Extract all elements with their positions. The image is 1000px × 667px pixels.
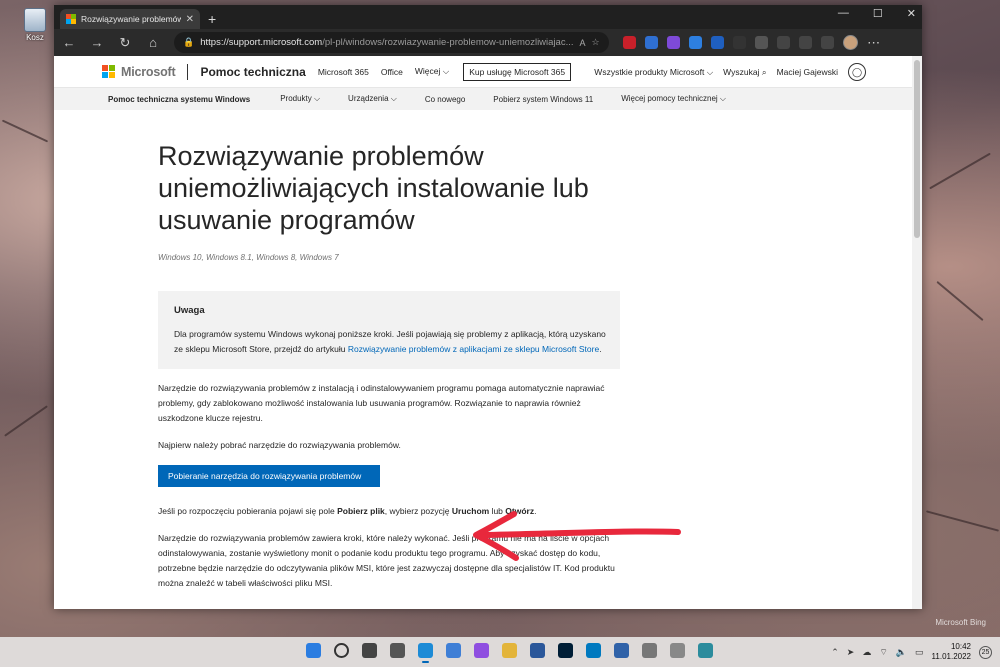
- user-name[interactable]: Maciej Gajewski: [777, 67, 838, 77]
- brand-name[interactable]: Microsoft: [121, 65, 176, 79]
- recycle-bin-label: Kosz: [26, 33, 44, 42]
- lock-icon: 🔒: [183, 37, 195, 47]
- profile-avatar[interactable]: [842, 35, 858, 50]
- back-arrow-icon[interactable]: ←: [62, 35, 76, 50]
- nav-office[interactable]: Office: [381, 67, 403, 77]
- photoshop-icon[interactable]: [558, 643, 573, 658]
- all-products-menu[interactable]: Wszystkie produkty Microsoft ⌵: [594, 67, 713, 78]
- subnav-more-support[interactable]: Więcej pomocy technicznej ⌵: [621, 94, 726, 104]
- intro-paragraph: Narzędzie do rozwiązywania problemów z i…: [158, 383, 605, 423]
- nav-microsoft-365[interactable]: Microsoft 365: [318, 67, 369, 77]
- refresh-icon[interactable]: ↻: [118, 35, 132, 51]
- extensions-bar: ⋯: [622, 35, 881, 51]
- download-instruction: Najpierw należy pobrać narzędzie do rozw…: [158, 440, 401, 450]
- bing-watermark: Microsoft Bing: [935, 618, 986, 627]
- battery-icon[interactable]: ▭: [915, 647, 924, 658]
- clock-date: 11.01.2022: [931, 652, 971, 661]
- subnav-windows-support[interactable]: Pomoc techniczna systemu Windows: [108, 95, 250, 104]
- messenger-icon[interactable]: [474, 643, 489, 658]
- recycle-bin-icon: [24, 8, 46, 32]
- file-explorer-icon[interactable]: [502, 643, 517, 658]
- close-window-button[interactable]: ✕: [907, 7, 916, 20]
- store-troubleshoot-link[interactable]: Rozwiązywanie problemów z aplikacjami ze…: [348, 344, 599, 354]
- tray-overflow-icon[interactable]: ⌃: [831, 647, 839, 658]
- extension-icon[interactable]: [644, 36, 658, 49]
- web-page: Microsoft Pomoc techniczna Microsoft 365…: [54, 56, 912, 609]
- address-bar[interactable]: 🔒 https://support.microsoft.com/pl-pl/wi…: [174, 32, 609, 53]
- tab-title: Rozwiązywanie problemów uniem: [81, 14, 181, 24]
- scrollbar-thumb[interactable]: [914, 60, 920, 238]
- extension-icon[interactable]: [688, 36, 702, 49]
- onedrive-icon[interactable]: ☁: [862, 647, 871, 658]
- notification-badge[interactable]: 25: [979, 645, 992, 659]
- history-icon[interactable]: [776, 36, 790, 49]
- applies-to: Windows 10, Windows 8.1, Windows 8, Wind…: [158, 253, 339, 262]
- microsoft-logo-icon[interactable]: [102, 65, 115, 78]
- trello-icon[interactable]: [586, 643, 601, 658]
- clock[interactable]: 10:42 11.01.2022: [932, 642, 971, 662]
- search-button[interactable]: Wyszukaj ⌕: [723, 67, 766, 78]
- browser-titlebar: Rozwiązywanie problemów uniem ✕ + — ☐ ✕: [54, 5, 922, 29]
- app-icon[interactable]: [642, 643, 657, 658]
- subnav-get-windows-11[interactable]: Pobierz system Windows 11: [493, 95, 593, 104]
- download-troubleshooter-button[interactable]: Pobieranie narzędzia do rozwiązywania pr…: [158, 465, 380, 487]
- user-avatar-icon[interactable]: ◯: [848, 63, 866, 81]
- system-tray: ⌃ ➤ ☁ ⌔ 🔈 ▭ 10:42 11.01.2022 25: [831, 637, 992, 667]
- extension-icon[interactable]: [622, 36, 636, 49]
- clock-time: 10:42: [950, 642, 971, 651]
- more-menu-icon[interactable]: ⋯: [867, 35, 881, 51]
- header-divider: [187, 63, 189, 80]
- note-text: Dla programów systemu Windows wykonaj po…: [174, 329, 606, 354]
- extension-icon[interactable]: [754, 36, 768, 49]
- new-tab-button[interactable]: +: [208, 9, 216, 29]
- read-aloud-icon[interactable]: A: [580, 38, 586, 48]
- app-icon[interactable]: [614, 643, 629, 658]
- nav-more[interactable]: Więcej ⌵: [415, 66, 449, 77]
- page-scrollbar[interactable]: [912, 56, 922, 609]
- tab-close-icon[interactable]: ✕: [186, 14, 194, 25]
- home-icon[interactable]: ⌂: [146, 35, 160, 50]
- microsoft-favicon-icon: [66, 14, 76, 24]
- favorite-star-icon[interactable]: ☆: [592, 37, 600, 48]
- extension-icon[interactable]: [666, 36, 680, 49]
- taskbar: ⌃ ➤ ☁ ⌔ 🔈 ▭ 10:42 11.01.2022 25: [0, 637, 1000, 667]
- task-view-icon[interactable]: [362, 643, 377, 658]
- share-icon[interactable]: [820, 36, 834, 49]
- red-annotation-arrow: [473, 511, 681, 561]
- buy-microsoft-365-button[interactable]: Kup usługę Microsoft 365: [463, 62, 572, 81]
- recycle-bin-desktop-icon[interactable]: Kosz: [20, 8, 50, 42]
- browser-window: Rozwiązywanie problemów uniem ✕ + — ☐ ✕ …: [54, 5, 922, 609]
- notepad-icon[interactable]: [698, 643, 713, 658]
- url-text: https://support.microsoft.com/pl-pl/wind…: [200, 37, 574, 48]
- note-title: Uwaga: [174, 305, 205, 316]
- browser-toolbar: ← → ↻ ⌂ 🔒 https://support.microsoft.com/…: [54, 29, 922, 56]
- start-windows-icon[interactable]: [306, 643, 321, 658]
- support-subnav: Pomoc techniczna systemu Windows Produkt…: [54, 88, 912, 110]
- search-taskbar-icon[interactable]: [334, 643, 349, 658]
- maximize-button[interactable]: ☐: [873, 7, 883, 20]
- site-header: Microsoft Pomoc techniczna Microsoft 365…: [54, 56, 912, 88]
- word-icon[interactable]: [530, 643, 545, 658]
- minimize-button[interactable]: —: [838, 7, 849, 20]
- article-title: Rozwiązywanie problemów uniemożliwiający…: [158, 141, 589, 235]
- subnav-products[interactable]: Produkty ⌵: [280, 94, 320, 104]
- extension-icon[interactable]: [732, 36, 746, 49]
- volume-icon[interactable]: 🔈: [896, 647, 907, 658]
- telegram-icon[interactable]: ➤: [847, 647, 855, 658]
- extension-icon[interactable]: [710, 36, 724, 49]
- widgets-icon[interactable]: [390, 643, 405, 658]
- section-title[interactable]: Pomoc techniczna: [200, 65, 305, 79]
- forward-arrow-icon[interactable]: →: [90, 35, 104, 50]
- subnav-devices[interactable]: Urządzenia ⌵: [348, 94, 397, 104]
- wifi-icon[interactable]: ⌔: [879, 647, 887, 658]
- collections-icon[interactable]: [798, 36, 812, 49]
- edge-browser-icon[interactable]: [418, 643, 433, 663]
- mail-icon[interactable]: [446, 643, 461, 658]
- app-icon[interactable]: [670, 643, 685, 658]
- note-box: Uwaga Dla programów systemu Windows wyko…: [158, 291, 620, 369]
- browser-tab[interactable]: Rozwiązywanie problemów uniem ✕: [60, 9, 200, 29]
- subnav-whats-new[interactable]: Co nowego: [425, 95, 465, 104]
- search-icon: ⌕: [761, 66, 767, 77]
